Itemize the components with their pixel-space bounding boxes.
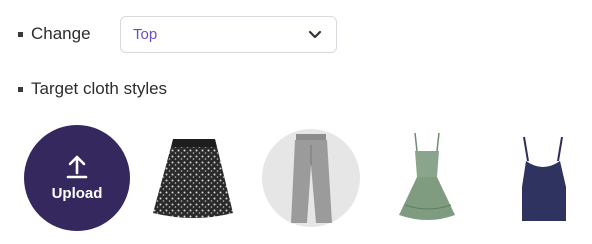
bullet-icon [18, 86, 23, 92]
style-option-top[interactable] [492, 125, 592, 231]
upload-arrow-icon [66, 155, 88, 178]
upload-label: Upload [51, 184, 103, 202]
style-option-skirt[interactable] [141, 125, 247, 231]
change-select[interactable]: Top [120, 16, 337, 53]
styles-label-row: Target cloth styles [18, 79, 167, 99]
style-option-dress[interactable] [375, 125, 481, 231]
bullet-icon [18, 31, 23, 37]
jeans-image [262, 129, 360, 227]
cloth-style-list: Upload [24, 125, 584, 231]
camisole-image [522, 136, 566, 221]
style-option-jeans[interactable] [258, 125, 364, 231]
upload-button[interactable]: Upload [24, 125, 130, 231]
change-label: Change [31, 24, 91, 43]
chevron-down-icon [308, 30, 322, 38]
change-label-row: Change [18, 24, 91, 44]
styles-label: Target cloth styles [31, 79, 168, 98]
dress-image [399, 132, 455, 220]
skirt-image [153, 139, 233, 218]
change-select-value: Top [133, 26, 158, 43]
